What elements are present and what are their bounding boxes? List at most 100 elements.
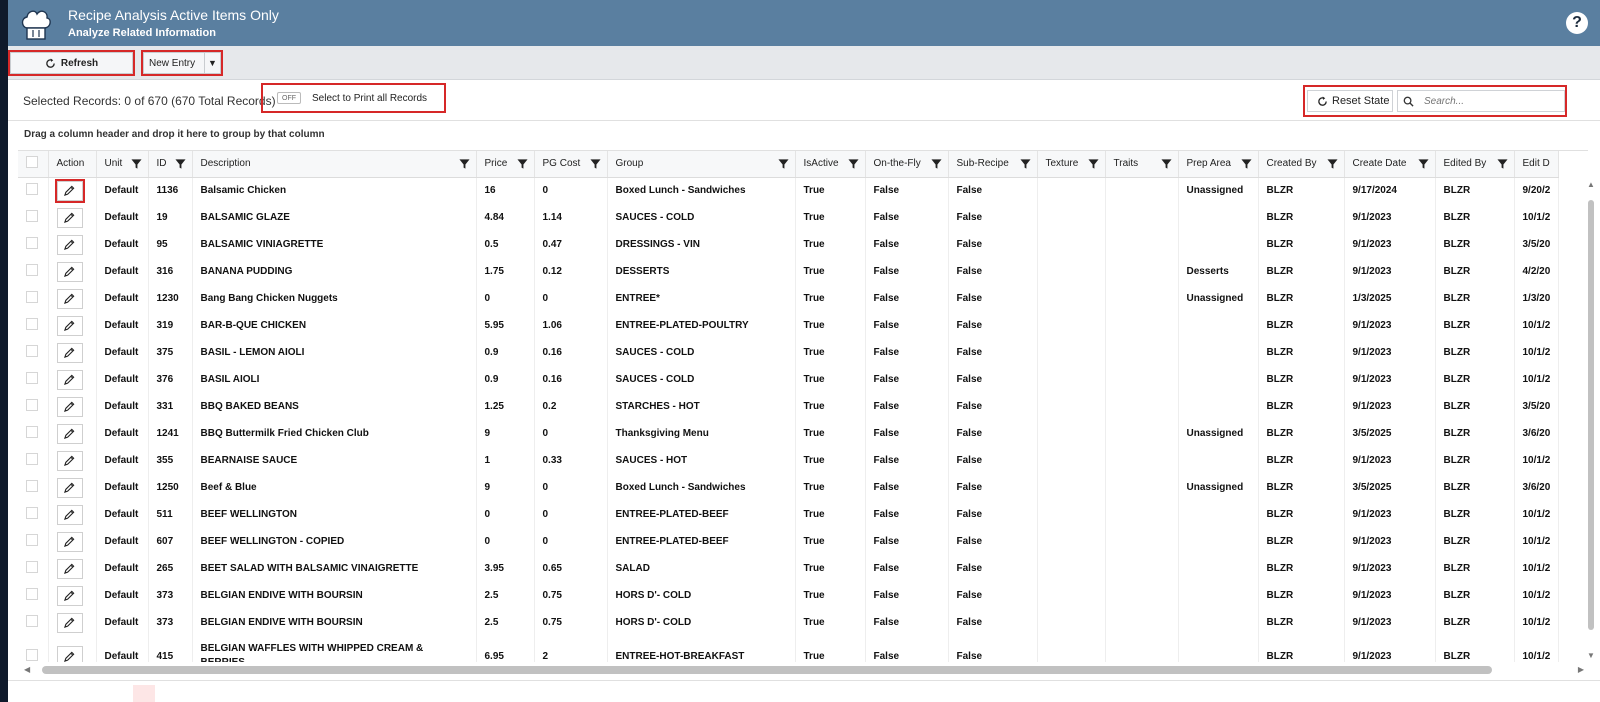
- table-row[interactable]: Default 373 BELGIAN ENDIVE WITH BOURSIN 2.5…: [18, 609, 1560, 636]
- scroll-right-icon[interactable]: ▶: [1578, 665, 1584, 674]
- filter-icon[interactable]: [130, 158, 142, 170]
- edit-button[interactable]: [56, 288, 83, 309]
- filter-icon[interactable]: [174, 158, 186, 170]
- table-row[interactable]: Default 19 BALSAMIC GLAZE 4.84 1.14 SAUCES - …: [18, 204, 1560, 231]
- row-checkbox[interactable]: [26, 318, 38, 330]
- edit-button[interactable]: [56, 612, 83, 633]
- row-checkbox[interactable]: [26, 345, 38, 357]
- edit-button[interactable]: [56, 504, 83, 525]
- column-header-created-by[interactable]: Created By: [1258, 151, 1345, 178]
- table-row[interactable]: Default 1136 Balsamic Chicken 16 0 Boxed Lunc…: [18, 177, 1560, 204]
- column-header-pg-cost[interactable]: PG Cost: [534, 151, 608, 178]
- row-checkbox[interactable]: [26, 648, 38, 661]
- column-header-on-the-fly[interactable]: On-the-Fly: [865, 151, 949, 178]
- edit-button[interactable]: [56, 423, 83, 444]
- print-all-toggle-group[interactable]: OFF Select to Print all Records: [261, 83, 446, 113]
- edit-button[interactable]: [56, 342, 83, 363]
- edit-button[interactable]: [56, 315, 83, 336]
- horizontal-scrollbar[interactable]: ◀ ▶: [24, 664, 1584, 676]
- filter-icon[interactable]: [1417, 158, 1429, 170]
- edit-button[interactable]: [56, 234, 83, 255]
- column-header-group[interactable]: Group: [607, 151, 796, 178]
- search-input[interactable]: [1422, 94, 1562, 108]
- row-checkbox[interactable]: [26, 588, 38, 600]
- table-row[interactable]: Default 265 BEET SALAD WITH BALSAMIC VINAI…: [18, 555, 1560, 582]
- column-header-texture[interactable]: Texture: [1037, 151, 1106, 178]
- row-checkbox[interactable]: [26, 426, 38, 438]
- column-header-is-active[interactable]: IsActive: [795, 151, 866, 178]
- column-header-create-date[interactable]: Create Date: [1344, 151, 1436, 178]
- column-header-prep-area[interactable]: Prep Area: [1178, 151, 1259, 178]
- row-checkbox[interactable]: [26, 183, 38, 196]
- edit-button[interactable]: [56, 477, 83, 498]
- edit-button[interactable]: [54, 178, 85, 203]
- table-row[interactable]: Default 1241 BBQ Buttermilk Fried Chicken …: [18, 420, 1560, 447]
- edit-button[interactable]: [56, 531, 83, 552]
- print-all-toggle[interactable]: OFF: [277, 92, 301, 104]
- table-row[interactable]: Default 331 BBQ BAKED BEANS 1.25 0.2 STARCHES…: [18, 393, 1560, 420]
- table-row[interactable]: Default 355 BEARNAISE SAUCE 1 0.33 SAUCES - H…: [18, 447, 1560, 474]
- help-icon[interactable]: ?: [1566, 12, 1588, 34]
- row-checkbox[interactable]: [26, 372, 38, 384]
- filter-icon[interactable]: [1326, 158, 1338, 170]
- scroll-down-icon[interactable]: ▼: [1587, 651, 1595, 660]
- select-all-checkbox[interactable]: [26, 156, 38, 169]
- row-checkbox[interactable]: [26, 534, 38, 546]
- edit-button[interactable]: [56, 585, 83, 606]
- scroll-left-icon[interactable]: ◀: [24, 665, 30, 674]
- column-header-price[interactable]: Price: [476, 151, 535, 178]
- table-row[interactable]: Default 319 BAR-B-QUE CHICKEN 5.95 1.06 ENTRE…: [18, 312, 1560, 339]
- row-checkbox[interactable]: [26, 480, 38, 492]
- chevron-down-icon[interactable]: ▼: [204, 53, 220, 73]
- filter-icon[interactable]: [1240, 158, 1252, 170]
- filter-icon[interactable]: [1019, 158, 1031, 170]
- column-header-sub-recipe[interactable]: Sub-Recipe: [948, 151, 1038, 178]
- group-drop-zone[interactable]: Drag a column header and drop it here to…: [24, 129, 325, 140]
- scroll-up-icon[interactable]: ▲: [1587, 180, 1595, 189]
- edit-button[interactable]: [56, 261, 83, 282]
- row-checkbox[interactable]: [26, 561, 38, 573]
- column-header-edited-by[interactable]: Edited By: [1435, 151, 1515, 178]
- pager-marker[interactable]: [133, 685, 155, 702]
- column-header-id[interactable]: ID: [148, 151, 193, 178]
- horizontal-scroll-thumb[interactable]: [42, 666, 1492, 674]
- filter-icon[interactable]: [458, 158, 470, 170]
- row-checkbox[interactable]: [26, 237, 38, 249]
- row-checkbox[interactable]: [26, 507, 38, 519]
- edit-button[interactable]: [56, 396, 83, 417]
- filter-icon[interactable]: [516, 158, 528, 170]
- filter-icon[interactable]: [1496, 158, 1508, 170]
- column-header-description[interactable]: Description: [192, 151, 477, 178]
- table-row[interactable]: Default 373 BELGIAN ENDIVE WITH BOURSIN 2.5…: [18, 582, 1560, 609]
- filter-icon[interactable]: [777, 158, 789, 170]
- filter-icon[interactable]: [589, 158, 601, 170]
- reset-state-button[interactable]: Reset State: [1307, 90, 1393, 112]
- edit-button[interactable]: [56, 369, 83, 390]
- row-checkbox[interactable]: [26, 615, 38, 627]
- row-checkbox[interactable]: [26, 399, 38, 411]
- table-row[interactable]: Default 376 BASIL AIOLI 0.9 0.16 SAUCES - COL…: [18, 366, 1560, 393]
- column-header-unit[interactable]: Unit: [96, 151, 149, 178]
- refresh-button[interactable]: Refresh: [8, 50, 135, 76]
- edit-button[interactable]: [56, 558, 83, 579]
- table-row[interactable]: Default 95 BALSAMIC VINIAGRETTE 0.5 0.47 DRES…: [18, 231, 1560, 258]
- row-checkbox[interactable]: [26, 210, 38, 222]
- table-row[interactable]: Default 316 BANANA PUDDING 1.75 0.12 DESSERTS…: [18, 258, 1560, 285]
- filter-icon[interactable]: [1160, 158, 1172, 170]
- table-row[interactable]: Default 415 BELGIAN WAFFLES WITH WHIPPED C…: [18, 636, 1560, 662]
- table-row[interactable]: Default 1250 Beef & Blue 9 0 Boxed Lunch - Sa…: [18, 474, 1560, 501]
- edit-button[interactable]: [56, 646, 83, 662]
- edit-button[interactable]: [56, 450, 83, 471]
- table-row[interactable]: Default 607 BEEF WELLINGTON - COPIED 0 0 ENTR…: [18, 528, 1560, 555]
- filter-icon[interactable]: [847, 158, 859, 170]
- column-header-edit-date[interactable]: Edit D: [1514, 151, 1560, 178]
- table-row[interactable]: Default 511 BEEF WELLINGTON 0 0 ENTREE-PLATED…: [18, 501, 1560, 528]
- table-row[interactable]: Default 375 BASIL - LEMON AIOLI 0.9 0.16 SAUC…: [18, 339, 1560, 366]
- row-checkbox[interactable]: [26, 291, 38, 303]
- column-header-action[interactable]: Action: [48, 151, 97, 178]
- edit-button[interactable]: [56, 207, 83, 228]
- filter-icon[interactable]: [1087, 158, 1099, 170]
- new-entry-button[interactable]: New Entry ▼: [141, 50, 223, 76]
- column-header-traits[interactable]: Traits: [1105, 151, 1179, 178]
- vertical-scrollbar[interactable]: ▲ ▼: [1586, 180, 1596, 660]
